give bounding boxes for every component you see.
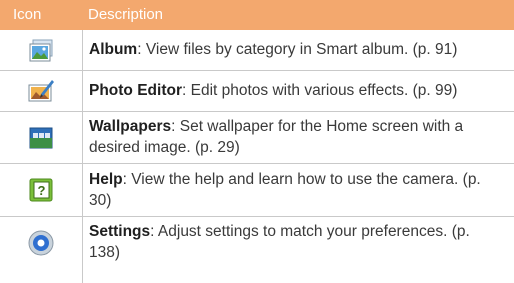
table-row-settings: Settings: Adjust settings to match your … [0,217,514,283]
row-description: Settings: Adjust settings to match your … [89,221,490,263]
row-description: Photo Editor: Edit photos with various e… [89,80,490,101]
row-text: : Edit photos with various effects. (p. … [182,82,458,99]
help-icon: ? [29,178,53,202]
album-icon [29,39,53,62]
table-row-photo-editor: Photo Editor: Edit photos with various e… [0,71,514,112]
row-title: Album [89,41,138,58]
photo-editor-icon [28,80,54,102]
row-description: Wallpapers: Set wallpaper for the Home s… [89,116,490,158]
table-row-help: ? Help: View the help and learn how to u… [0,164,514,217]
row-title: Help [89,171,123,188]
row-text: : View the help and learn how to use the… [89,171,481,209]
row-description: Album: View files by category in Smart a… [89,39,490,60]
row-description: Help: View the help and learn how to use… [89,169,490,211]
header-icon-label: Icon [13,6,42,23]
svg-text:?: ? [38,183,46,198]
wallpapers-icon [29,127,53,149]
table-header: Icon Description [0,0,514,30]
settings-icon [28,230,54,256]
row-title: Photo Editor [89,82,182,99]
row-title: Wallpapers [89,118,172,135]
app-table: Icon Description Album: View files by ca… [0,0,514,283]
table-row-album: Album: View files by category in Smart a… [0,30,514,71]
table-row-wallpapers: Wallpapers: Set wallpaper for the Home s… [0,112,514,164]
row-title: Settings [89,223,151,240]
row-text: : View files by category in Smart album.… [137,41,458,58]
header-description-label: Description [88,6,164,23]
